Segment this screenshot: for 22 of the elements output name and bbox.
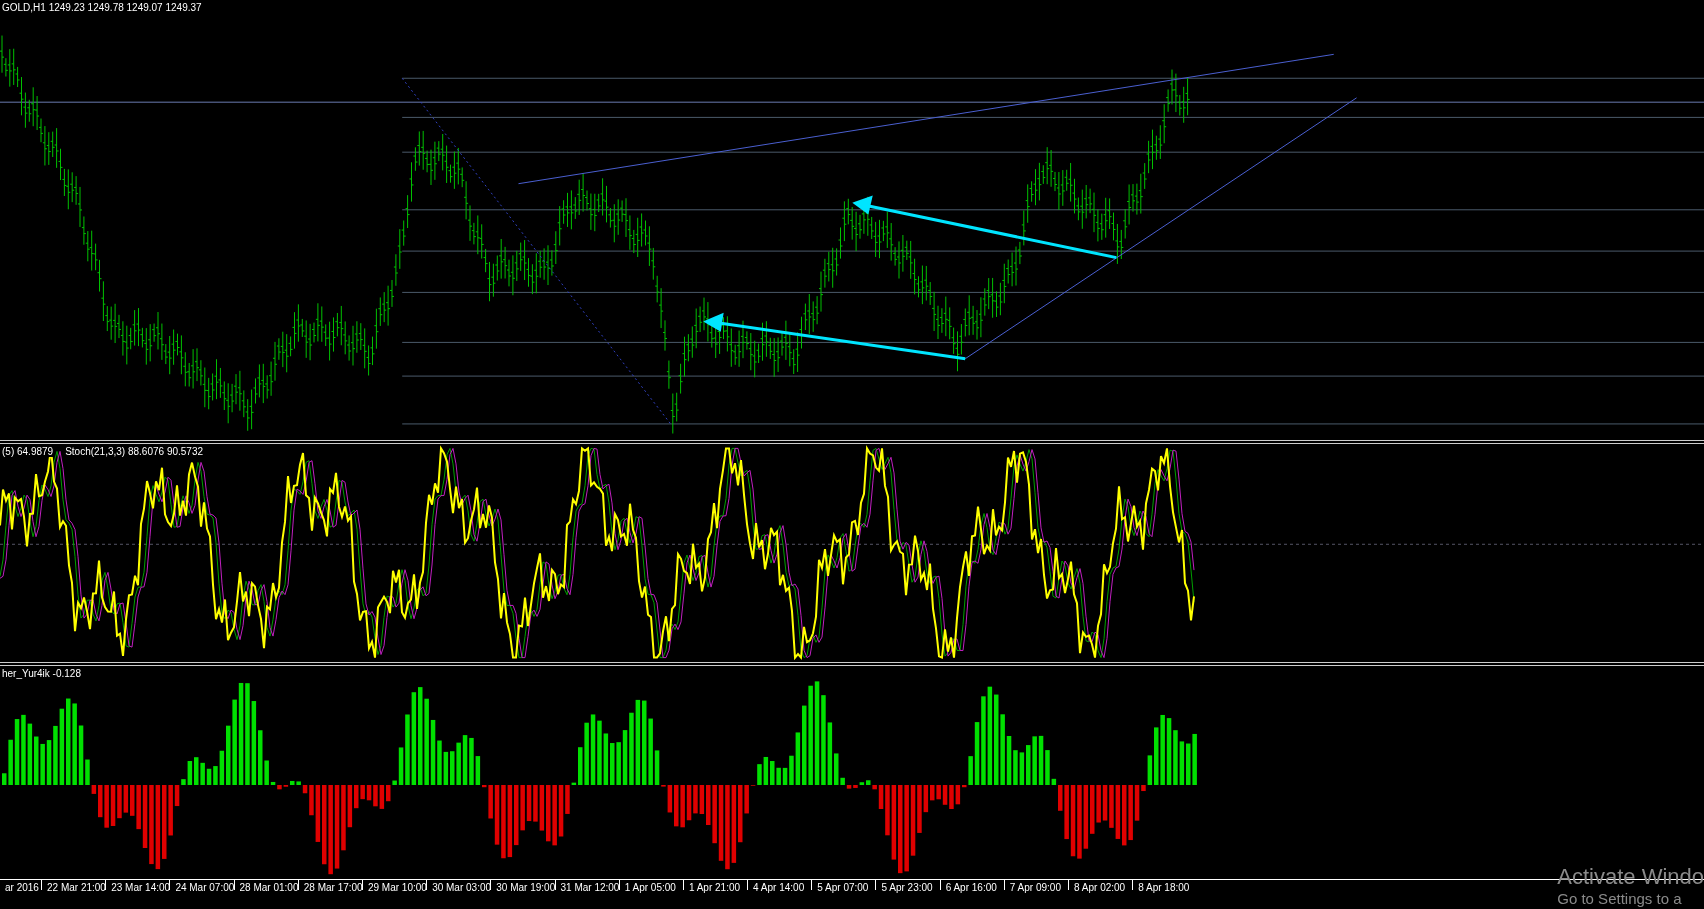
time-label: 5 Apr 23:00 bbox=[881, 882, 933, 894]
time-label: 8 Apr 02:00 bbox=[1074, 882, 1126, 894]
time-label: 31 Mar 12:00 bbox=[560, 882, 620, 894]
time-label: 30 Mar 19:00 bbox=[496, 882, 556, 894]
indicator-label: her_Yur4ik -0.128 bbox=[0, 668, 83, 679]
time-label: 1 Apr 21:00 bbox=[688, 882, 741, 894]
indicator-label: (5) 64.9879 bbox=[0, 446, 56, 457]
time-label: 28 Mar 01:00 bbox=[239, 882, 299, 894]
time-label: 4 Apr 14:00 bbox=[753, 882, 805, 894]
time-label: 24 Mar 07:00 bbox=[175, 882, 235, 894]
indicator-label: Stoch(21,3,3) 88.6076 90.5732 bbox=[63, 446, 206, 457]
time-label: 5 Apr 07:00 bbox=[817, 882, 869, 894]
time-label: 29 Mar 10:00 bbox=[367, 882, 427, 894]
watermark-subtitle: Go to Settings to a bbox=[1557, 890, 1683, 907]
time-label: 1 Apr 05:00 bbox=[624, 882, 676, 894]
time-label: 6 Apr 16:00 bbox=[945, 882, 997, 894]
time-label: 22 Mar 21:00 bbox=[47, 882, 106, 894]
chart-title: GOLD,H1 1249.23 1249.78 1249.07 1249.37 bbox=[0, 2, 204, 13]
time-label: 8 Apr 18:00 bbox=[1138, 882, 1190, 894]
time-label: 28 Mar 17:00 bbox=[303, 882, 363, 894]
time-label: 7 Apr 09:00 bbox=[1009, 882, 1061, 894]
time-label: ar 2016 bbox=[5, 882, 39, 894]
